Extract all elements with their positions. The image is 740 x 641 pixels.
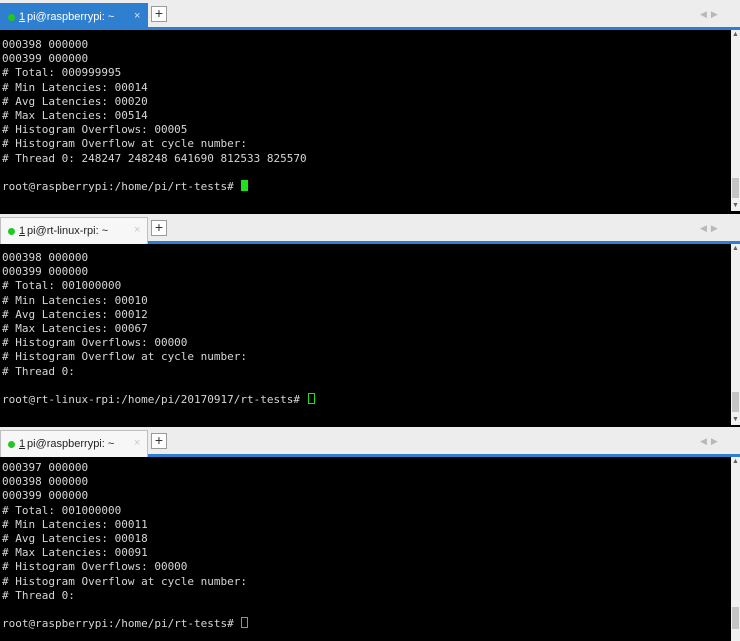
scrollbar-thumb[interactable] [732, 607, 739, 629]
output-line: # Histogram Overflow at cycle number: [2, 350, 248, 364]
output-line: 000399 000000 [2, 52, 89, 66]
output-line: # Total: 001000000 [2, 503, 122, 517]
tab-scroll-arrows: ◀▶ [700, 436, 722, 447]
chevron-left-icon[interactable]: ◀ [700, 223, 711, 233]
command-prompt-line: root@raspberrypi:/home/pi/rt-tests# [0, 179, 731, 194]
command-prompt: root@rt-linux-rpi:/home/pi/20170917/rt-t… [2, 392, 307, 406]
chevron-up-icon[interactable]: ▲ [731, 457, 740, 467]
vertical-scrollbar[interactable]: ▲ ▼ [731, 244, 740, 425]
close-tab-icon[interactable]: × [134, 437, 140, 449]
command-prompt-line: root@raspberrypi:/home/pi/rt-tests# [0, 617, 731, 631]
tab-number: 1 [19, 225, 26, 237]
output-line: # Avg Latencies: 00020 [2, 94, 148, 108]
terminal-cursor [241, 617, 249, 629]
output-line: # Min Latencies: 00011 [2, 517, 148, 531]
tab-bar: 1 pi@raspberrypi: ~ × + ◀▶ [0, 427, 740, 457]
chevron-left-icon[interactable]: ◀ [700, 9, 711, 19]
output-line: 000399 000000 [2, 265, 89, 279]
output-line: # Histogram Overflows: 00000 [2, 560, 188, 574]
terminal-output[interactable]: 000398 000000 000399 000000 # Total: 001… [0, 244, 731, 425]
chevron-right-icon[interactable]: ▶ [711, 436, 722, 446]
terminal-cursor [307, 392, 315, 404]
connection-status-icon [8, 14, 15, 21]
tab-session-1[interactable]: 1 pi@rt-linux-rpi: ~ × [0, 217, 148, 244]
output-line: 000398 000000 [2, 38, 89, 51]
output-line: # Histogram Overflows: 00005 [2, 123, 188, 137]
tab-bar: 1 pi@rt-linux-rpi: ~ × + ◀▶ [0, 214, 740, 244]
tab-scroll-arrows: ◀▶ [700, 9, 722, 20]
tab-title: pi@raspberrypi: ~ [27, 438, 115, 450]
close-tab-icon[interactable]: × [134, 10, 140, 22]
connection-status-icon [8, 228, 15, 235]
output-line: 000397 000000 [2, 461, 89, 474]
chevron-down-icon[interactable]: ▼ [731, 415, 740, 425]
output-line: # Min Latencies: 00014 [2, 80, 148, 94]
terminal-output[interactable]: 000397 000000 000398 000000 000399 00000… [0, 457, 731, 641]
vertical-scrollbar[interactable]: ▲ [731, 457, 740, 641]
output-line: # Thread 0: 248247 248248 641690 812533 … [2, 151, 307, 165]
terminal-pane-3: 1 pi@raspberrypi: ~ × + ◀▶ 000397 000000… [0, 427, 740, 641]
chevron-right-icon[interactable]: ▶ [711, 223, 722, 233]
tab-number: 1 [19, 11, 26, 23]
output-line: # Thread 0: [2, 364, 75, 378]
tab-number: 1 [19, 438, 26, 450]
tab-scroll-arrows: ◀▶ [700, 223, 722, 234]
output-line: # Thread 0: [2, 588, 75, 602]
tab-title: pi@rt-linux-rpi: ~ [27, 225, 109, 237]
output-line: # Total: 000999995 [2, 66, 122, 80]
output-line: # Total: 001000000 [2, 279, 122, 293]
tab-session-1[interactable]: 1 pi@raspberrypi: ~ × [0, 430, 148, 457]
terminal-cursor [241, 179, 249, 191]
command-prompt: root@raspberrypi:/home/pi/rt-tests# [2, 179, 241, 193]
output-line: 000399 000000 [2, 489, 89, 503]
scrollbar-thumb[interactable] [732, 392, 739, 412]
terminal-pane-2: 1 pi@rt-linux-rpi: ~ × + ◀▶ 000398 00000… [0, 214, 740, 425]
output-line: # Histogram Overflows: 00000 [2, 336, 188, 350]
tab-bar: 1 pi@raspberrypi: ~ × + ◀▶ [0, 0, 740, 30]
output-line: 000398 000000 [2, 251, 89, 264]
output-line: 000398 000000 [2, 475, 89, 489]
vertical-scrollbar[interactable]: ▲ ▼ [731, 30, 740, 211]
new-tab-button[interactable]: + [151, 220, 167, 236]
terminal-pane-1: 1 pi@raspberrypi: ~ × + ◀▶ 000398 000000… [0, 0, 740, 211]
scrollbar-thumb[interactable] [732, 178, 739, 198]
command-prompt-line: root@rt-linux-rpi:/home/pi/20170917/rt-t… [0, 392, 731, 407]
close-tab-icon[interactable]: × [134, 224, 140, 236]
new-tab-button[interactable]: + [151, 6, 167, 22]
connection-status-icon [8, 441, 15, 448]
chevron-right-icon[interactable]: ▶ [711, 9, 722, 19]
chevron-up-icon[interactable]: ▲ [731, 30, 740, 40]
new-tab-button[interactable]: + [151, 433, 167, 449]
chevron-down-icon[interactable]: ▼ [731, 201, 740, 211]
output-line: # Max Latencies: 00514 [2, 108, 148, 122]
output-line: # Histogram Overflow at cycle number: [2, 574, 248, 588]
terminal-output[interactable]: 000398 000000 000399 000000 # Total: 000… [0, 30, 731, 211]
output-line: # Histogram Overflow at cycle number: [2, 137, 248, 151]
output-line: # Min Latencies: 00010 [2, 293, 148, 307]
output-line: # Avg Latencies: 00012 [2, 307, 148, 321]
tab-session-1[interactable]: 1 pi@raspberrypi: ~ × [0, 3, 148, 30]
output-line: # Avg Latencies: 00018 [2, 531, 148, 545]
chevron-left-icon[interactable]: ◀ [700, 436, 711, 446]
output-line: # Max Latencies: 00067 [2, 321, 148, 335]
output-line: # Max Latencies: 00091 [2, 546, 148, 560]
command-prompt: root@raspberrypi:/home/pi/rt-tests# [2, 617, 241, 631]
chevron-up-icon[interactable]: ▲ [731, 244, 740, 254]
tab-title: pi@raspberrypi: ~ [27, 11, 115, 23]
